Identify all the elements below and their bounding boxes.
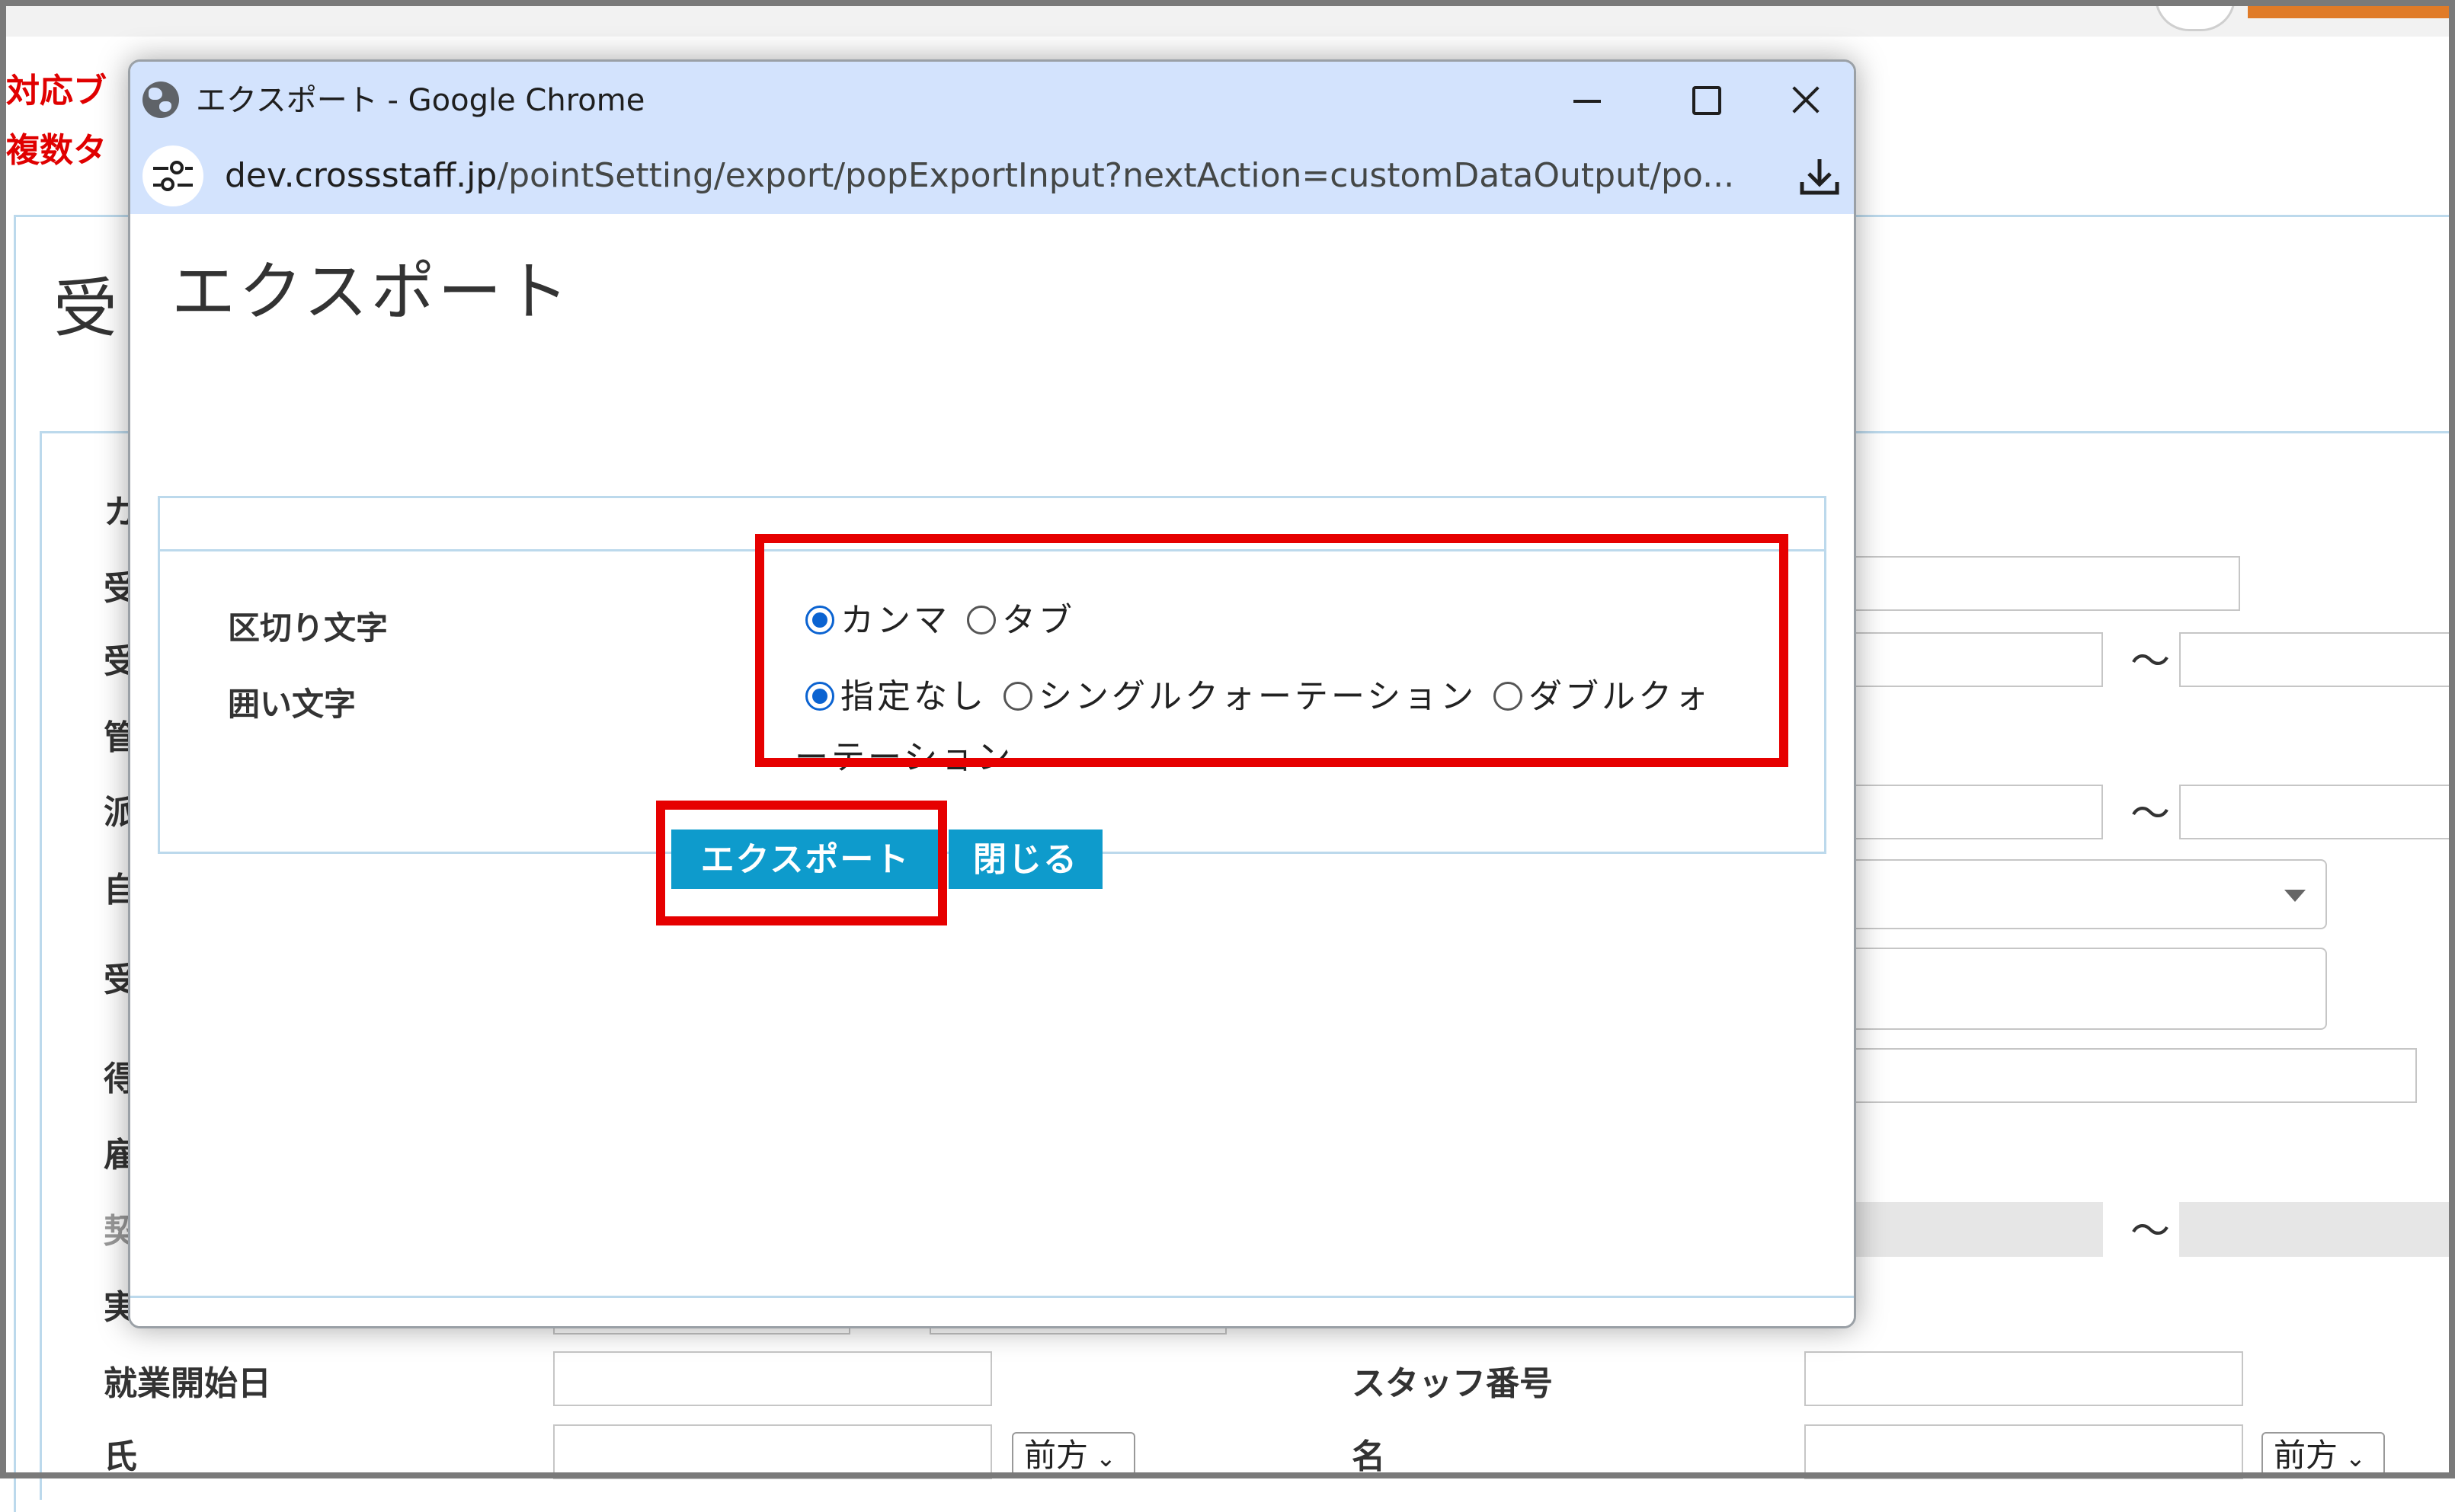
background-date-to-input[interactable] <box>2179 785 2455 839</box>
window-title: エクスポート - Google Chrome <box>196 83 645 118</box>
background-header-accent <box>2248 6 2449 18</box>
background-range-tilde: 〜 <box>2130 1209 2171 1255</box>
background-disabled-to-input <box>2179 1202 2455 1257</box>
page-title: エクスポート <box>171 254 572 329</box>
url-domain: dev.crossstaff.jp <box>225 156 498 195</box>
background-disabled-from-input <box>1829 1202 2103 1257</box>
background-range-tilde: 〜 <box>2130 791 2171 837</box>
background-date-to-input[interactable] <box>2179 632 2455 687</box>
first-name-match-select[interactable]: 前方 ⌄ <box>2261 1432 2385 1476</box>
first-name-match-value: 前方 <box>2274 1437 2338 1474</box>
delimiter-label: 区切り文字 <box>228 609 389 647</box>
popup-bottom-divider <box>130 1296 1854 1298</box>
export-button-highlight-box <box>656 801 947 925</box>
export-popup-window: エクスポート - Google Chrome dev.crossstaff.jp… <box>128 59 1856 1328</box>
background-input[interactable] <box>1829 1048 2417 1103</box>
background-notice-2: 複数タ <box>6 131 107 170</box>
background-date-from-input[interactable] <box>1829 632 2103 687</box>
url-text[interactable]: dev.crossstaff.jp/pointSetting/export/po… <box>225 156 1734 196</box>
background-topbar <box>6 6 2449 37</box>
last-name-input[interactable] <box>553 1424 992 1479</box>
work-start-date-input[interactable] <box>553 1351 992 1406</box>
background-range-tilde: 〜 <box>2130 639 2171 685</box>
first-name-label: 名 <box>1352 1437 1385 1476</box>
close-button[interactable]: 閉じる <box>949 830 1103 889</box>
last-name-match-value: 前方 <box>1024 1437 1089 1474</box>
background-input[interactable] <box>1829 556 2240 611</box>
background-notice-1: 対応ブ <box>6 72 107 110</box>
chevron-down-icon: ⌄ <box>2345 1443 2366 1472</box>
minimize-button[interactable] <box>1541 71 1633 129</box>
globe-icon <box>142 82 179 118</box>
address-bar[interactable]: dev.crossstaff.jp/pointSetting/export/po… <box>130 138 1854 214</box>
background-page-title: 受 <box>53 271 118 346</box>
chevron-down-icon: ⌄ <box>1096 1443 1116 1472</box>
options-highlight-box <box>755 534 1788 767</box>
maximize-button[interactable] <box>1660 71 1752 129</box>
background-textarea[interactable] <box>1829 948 2327 1030</box>
popup-content: エクスポート 区切り文字 囲い文字 カンマ タブ 指定なし シングルクォーテーション… <box>130 214 1854 1326</box>
window-titlebar[interactable]: エクスポート - Google Chrome <box>130 62 1854 138</box>
last-name-match-select[interactable]: 前方 ⌄ <box>1012 1432 1135 1476</box>
staff-number-input[interactable] <box>1804 1351 2243 1406</box>
enclosure-label: 囲い文字 <box>228 686 357 723</box>
download-icon[interactable] <box>1797 155 1842 199</box>
staff-number-label: スタッフ番号 <box>1352 1364 1553 1403</box>
work-start-date-label: 就業開始日 <box>104 1364 271 1403</box>
url-path: /pointSetting/export/popExportInput?next… <box>497 156 1735 195</box>
close-window-button[interactable] <box>1759 71 1851 129</box>
last-name-label: 氏 <box>104 1437 137 1476</box>
background-date-from-input[interactable] <box>1829 785 2103 839</box>
first-name-input[interactable] <box>1804 1424 2243 1479</box>
site-settings-icon[interactable] <box>142 145 203 206</box>
chevron-down-icon <box>2284 890 2306 902</box>
background-select[interactable] <box>1829 859 2327 929</box>
